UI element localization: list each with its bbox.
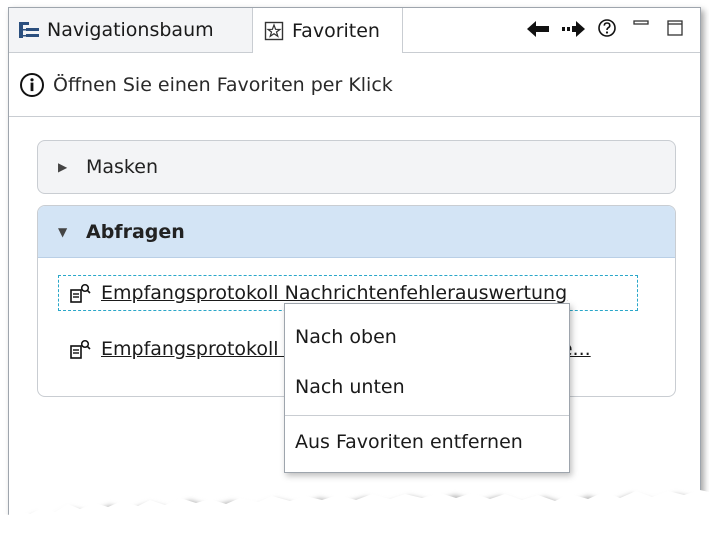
caret-down-icon: ▼ xyxy=(58,224,68,239)
tab-favoriten-label: Favoriten xyxy=(292,19,380,42)
query-icon xyxy=(69,338,91,360)
info-icon xyxy=(19,72,45,98)
menu-item-move-down[interactable]: Nach unten xyxy=(285,362,569,412)
maximize-button[interactable] xyxy=(658,15,692,45)
tab-navigationsbaum-label: Navigationsbaum xyxy=(47,19,214,41)
favorite-item-label: Empfangsprotokoll Nachrichtenfehlerauswe… xyxy=(101,282,568,304)
section-masken[interactable]: ▶ Masken xyxy=(37,140,676,194)
forward-button[interactable] xyxy=(556,15,590,45)
caret-right-icon: ▶ xyxy=(58,160,68,174)
section-masken-label: Masken xyxy=(86,156,158,178)
panel-toolbar xyxy=(522,8,692,52)
tree-icon xyxy=(18,19,40,41)
section-masken-header[interactable]: ▶ Masken xyxy=(38,141,675,193)
minimize-icon xyxy=(632,18,650,42)
query-icon xyxy=(69,282,91,304)
info-text: Öffnen Sie einen Favoriten per Klick xyxy=(53,73,393,96)
maximize-icon xyxy=(666,18,684,42)
back-arrow-icon xyxy=(527,18,551,42)
section-abfragen-header[interactable]: ▼ Abfragen xyxy=(38,206,675,258)
menu-item-remove-favorite[interactable]: Aus Favoriten entfernen xyxy=(285,417,569,467)
tab-navigationsbaum[interactable]: Navigationsbaum xyxy=(9,8,253,52)
context-menu: Nach oben Nach unten Aus Favoriten entfe… xyxy=(284,303,570,473)
help-button[interactable] xyxy=(590,15,624,45)
tab-bar: Navigationsbaum Favoriten xyxy=(9,8,700,53)
tab-favoriten[interactable]: Favoriten xyxy=(253,8,403,53)
section-abfragen-label: Abfragen xyxy=(86,220,185,243)
back-button[interactable] xyxy=(522,15,556,45)
forward-arrow-icon xyxy=(561,18,585,42)
menu-separator xyxy=(285,415,569,416)
star-icon xyxy=(263,20,285,42)
minimize-button[interactable] xyxy=(624,15,658,45)
torn-edge xyxy=(0,490,709,545)
info-line: Öffnen Sie einen Favoriten per Klick xyxy=(9,53,700,117)
help-icon xyxy=(597,18,617,43)
menu-item-move-up[interactable]: Nach oben xyxy=(285,312,569,362)
